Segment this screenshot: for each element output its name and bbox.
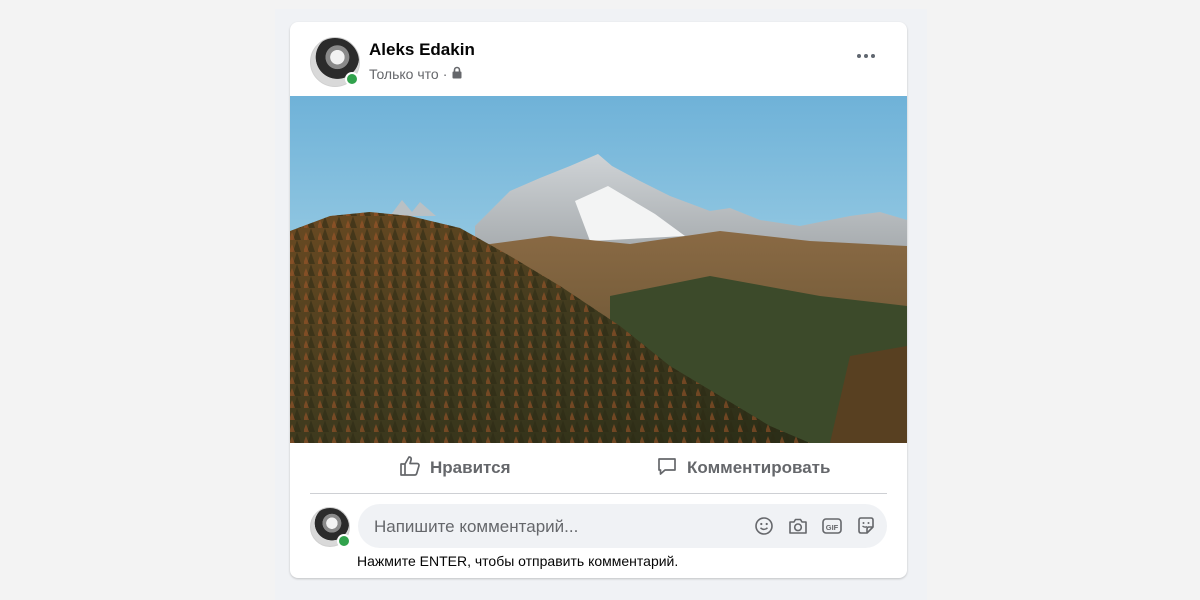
gif-icon[interactable]: GIF xyxy=(821,515,843,537)
comment-input[interactable] xyxy=(372,504,746,550)
more-options-icon[interactable] xyxy=(853,46,879,66)
gif-icon-text: GIF xyxy=(826,523,839,532)
like-label: Нравится xyxy=(430,458,511,477)
sticker-icon[interactable] xyxy=(855,515,877,537)
author-name[interactable]: Aleks Edakin xyxy=(369,40,475,60)
emoji-icon[interactable] xyxy=(753,515,775,537)
meta-separator: · xyxy=(442,66,448,82)
post-photo[interactable] xyxy=(290,96,907,443)
lock-icon[interactable] xyxy=(451,66,463,82)
comment-hint: Нажмите ENTER, чтобы отправить комментар… xyxy=(357,553,679,569)
camera-icon[interactable] xyxy=(787,515,809,537)
comment-bubble-icon xyxy=(655,454,679,483)
post-meta: Только что · xyxy=(369,66,463,82)
comment-box: GIF xyxy=(358,504,887,550)
post-header: Aleks Edakin Только что · xyxy=(290,22,907,96)
comment-tools: GIF xyxy=(753,515,877,537)
current-user-online-indicator xyxy=(337,534,351,548)
post-timestamp[interactable]: Только что xyxy=(369,66,439,82)
post-actions: Нравится Комментировать xyxy=(310,443,887,494)
comment-label: Комментировать xyxy=(687,458,831,477)
post-card: Aleks Edakin Только что · Нравится Комме… xyxy=(290,22,907,578)
like-button[interactable]: Нравится xyxy=(310,443,599,493)
thumbs-up-icon xyxy=(398,454,422,483)
comment-button[interactable]: Комментировать xyxy=(599,443,888,493)
online-status-indicator xyxy=(345,72,359,86)
